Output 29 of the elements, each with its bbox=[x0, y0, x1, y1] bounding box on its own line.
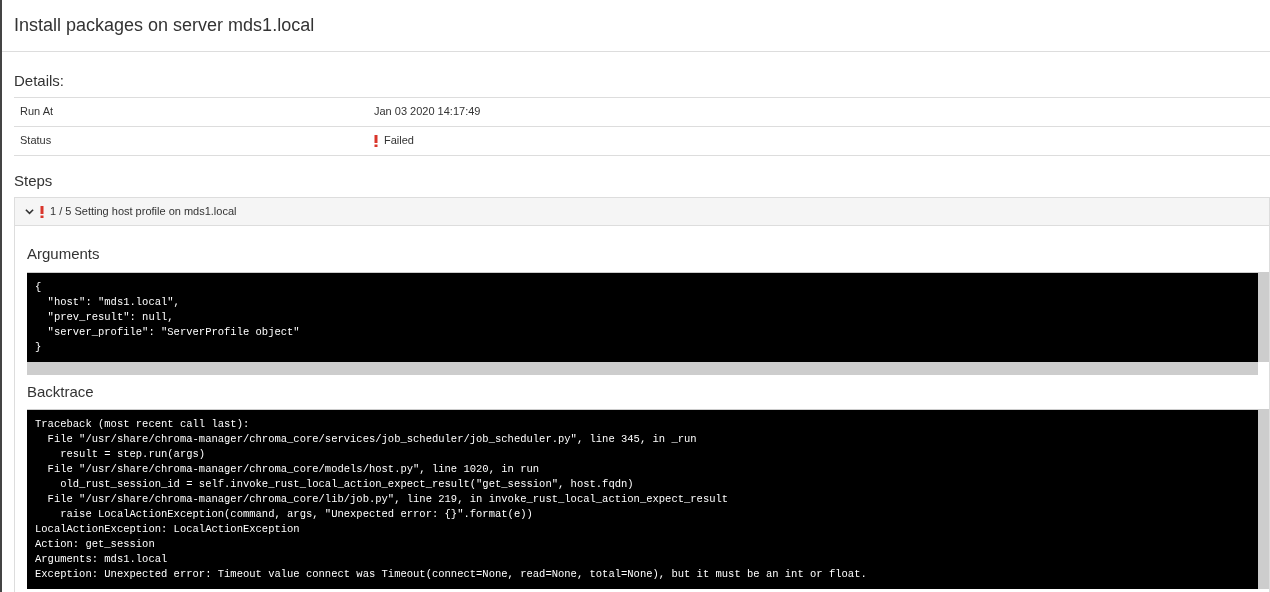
page-title: Install packages on server mds1.local bbox=[14, 14, 315, 37]
detail-value: Jan 03 2020 14:17:49 bbox=[374, 104, 481, 120]
step-header[interactable]: 1 / 5 Setting host profile on mds1.local bbox=[15, 198, 1269, 226]
code-line: "host": "mds1.local", bbox=[46, 294, 180, 310]
detail-label: Status bbox=[20, 133, 53, 149]
code-line: result = step.run(args) bbox=[59, 447, 206, 462]
vertical-scrollbar[interactable] bbox=[1258, 409, 1269, 589]
code-line: } bbox=[35, 339, 42, 355]
status-value: Failed bbox=[384, 133, 414, 149]
code-line: "server_profile": "ServerProfile object" bbox=[46, 324, 300, 340]
code-line: old_rust_session_id = self.invoke_rust_local_action_expect_result("get_session", host.fqdn) bbox=[59, 477, 634, 492]
subsection-heading: Arguments bbox=[27, 244, 101, 264]
code-line: File "/usr/share/chroma-manager/chroma_core/services/job_scheduler/job_scheduler.py", line 345, in _run bbox=[46, 432, 697, 447]
code-line: { bbox=[35, 279, 42, 295]
step-label: 1 / 5 Setting host profile on mds1.local bbox=[50, 204, 237, 220]
section-heading: Details: bbox=[14, 71, 66, 91]
section-heading: Steps bbox=[14, 170, 54, 191]
code-line: Arguments: mds1.local bbox=[35, 552, 168, 567]
code-line: Traceback (most recent call last): bbox=[35, 417, 250, 432]
code-line: LocalActionException: LocalActionException bbox=[35, 522, 300, 537]
code-line: File "/usr/share/chroma-manager/chroma_core/lib/job.py", line 219, in invoke_rust_local_action_expect_result bbox=[46, 492, 729, 507]
detail-label: Run At bbox=[20, 104, 55, 120]
code-line: Exception: Unexpected error: Timeout value connect was Timeout(connect=None, read=None, total=None), but it must be an int or float. bbox=[35, 567, 867, 582]
code-line: File "/usr/share/chroma-manager/chroma_core/models/host.py", line 1020, in run bbox=[46, 462, 540, 477]
code-line: Action: get_session bbox=[35, 537, 155, 552]
vertical-scrollbar[interactable] bbox=[1258, 271, 1269, 362]
code-line: "prev_result": null, bbox=[46, 309, 174, 325]
subsection-heading: Backtrace bbox=[27, 381, 95, 402]
code-line: raise LocalActionException(command, args, "Unexpected error: {}".format(e)) bbox=[59, 507, 533, 522]
